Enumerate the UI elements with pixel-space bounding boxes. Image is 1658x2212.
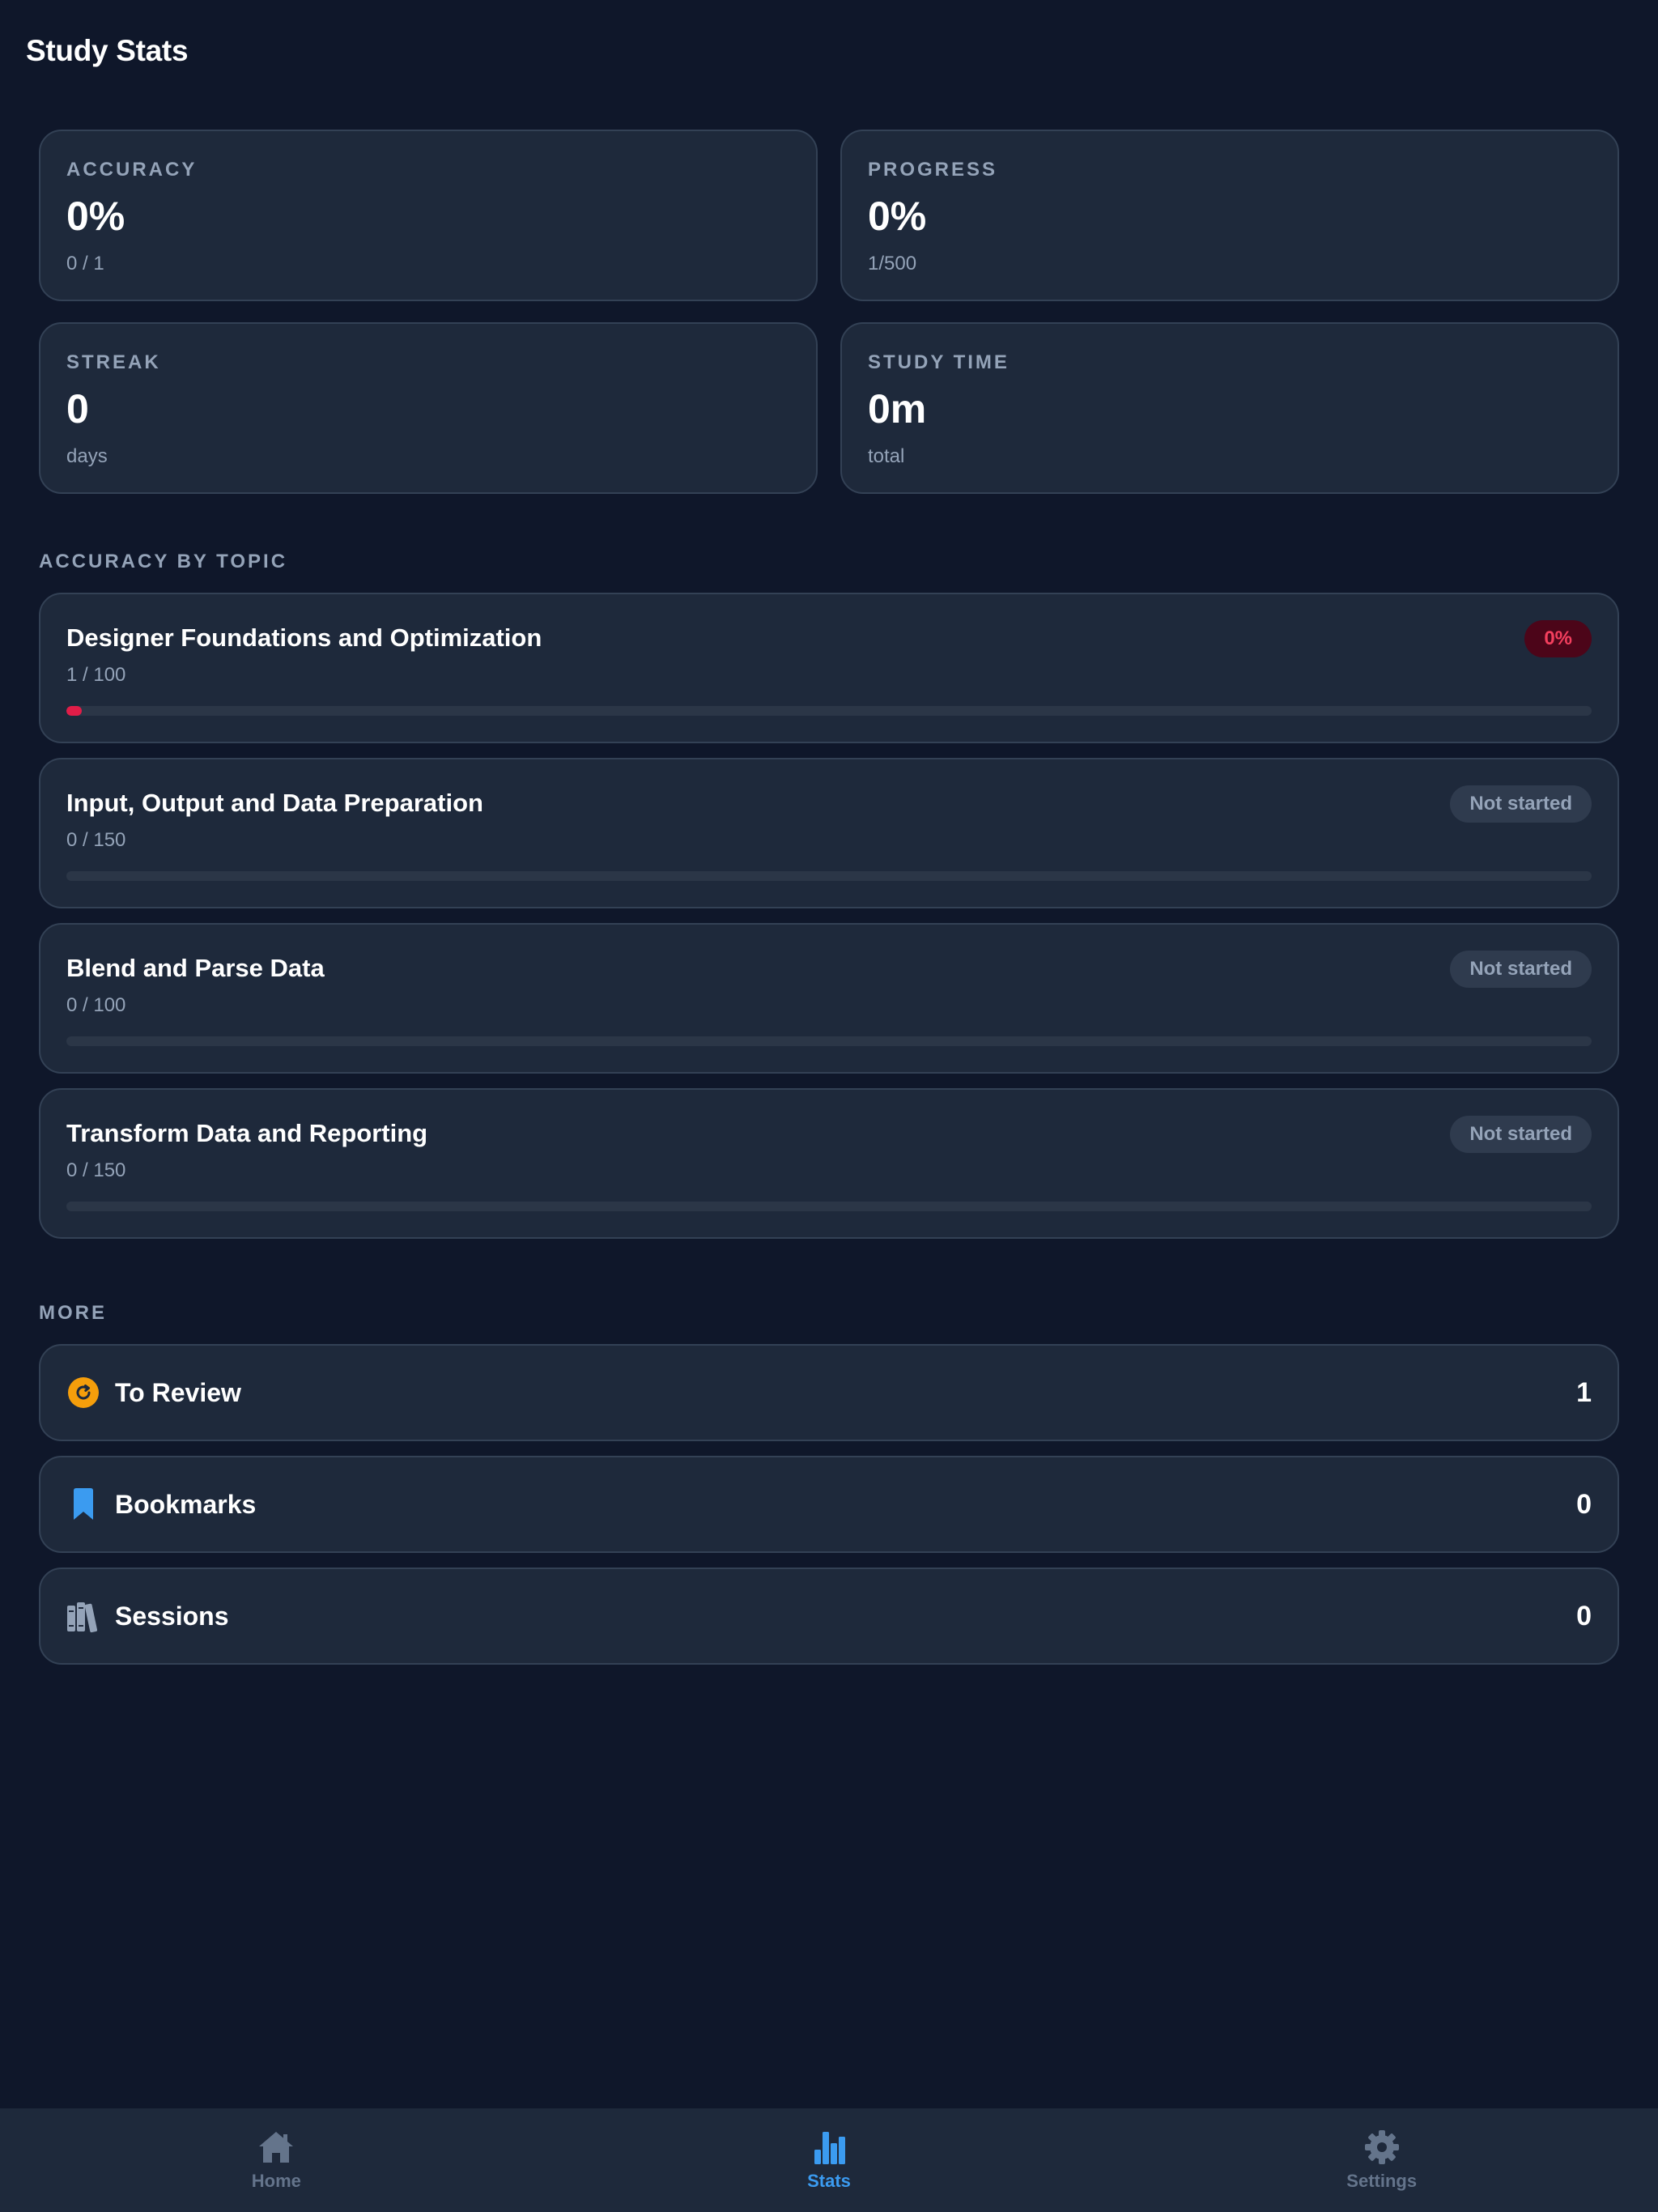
stat-label: STUDY TIME	[868, 351, 1010, 373]
refresh-icon	[66, 1376, 100, 1410]
topic-progress-bar	[66, 1202, 1592, 1211]
stat-sub: 0 / 1	[66, 253, 104, 274]
page-title: Study Stats	[26, 34, 189, 67]
nav-item-stats[interactable]: Stats	[553, 2108, 1106, 2212]
more-item-count: 0	[1576, 1600, 1592, 1631]
nav-label: Home	[251, 2171, 301, 2191]
topic-list: Designer Foundations and Optimization 1 …	[39, 593, 1619, 1239]
topic-progress-bar	[66, 706, 1592, 716]
topic-card[interactable]: Input, Output and Data Preparation 0 / 1…	[39, 758, 1619, 908]
topic-card[interactable]: Designer Foundations and Optimization 1 …	[39, 593, 1619, 743]
study-stats-screen: Study Stats ACCURACY 0% 0 / 1 PROGRESS 0…	[0, 0, 1658, 2212]
books-icon	[66, 1599, 100, 1633]
nav-label: Settings	[1346, 2171, 1418, 2191]
stat-card-study-time: STUDY TIME 0m total	[840, 322, 1619, 494]
bookmark-icon	[66, 1487, 100, 1521]
stat-label: PROGRESS	[868, 159, 998, 181]
topic-count: 1 / 100	[66, 664, 126, 686]
topic-status-badge: Not started	[1450, 1116, 1592, 1153]
stat-value: 0m	[868, 386, 927, 432]
topic-name: Designer Foundations and Optimization	[66, 623, 542, 652]
sessions-button[interactable]: Sessions 0	[39, 1568, 1619, 1665]
gear-icon	[1364, 2130, 1399, 2164]
topic-card[interactable]: Transform Data and Reporting 0 / 150 Not…	[39, 1088, 1619, 1239]
topic-count: 0 / 150	[66, 829, 126, 851]
topic-name: Blend and Parse Data	[66, 954, 325, 982]
topic-progress-bar	[66, 871, 1592, 881]
topic-count: 0 / 150	[66, 1159, 126, 1181]
stat-card-accuracy: ACCURACY 0% 0 / 1	[39, 130, 818, 301]
stat-value: 0%	[66, 194, 125, 239]
topic-status-badge: Not started	[1450, 785, 1592, 823]
more-item-count: 0	[1576, 1488, 1592, 1520]
stat-sub: days	[66, 445, 108, 467]
topic-name: Transform Data and Reporting	[66, 1119, 428, 1147]
topic-card[interactable]: Blend and Parse Data 0 / 100 Not started	[39, 923, 1619, 1074]
stat-label: ACCURACY	[66, 159, 198, 181]
stat-sub: 1/500	[868, 253, 917, 274]
stat-value: 0	[66, 386, 89, 432]
nav-label: Stats	[807, 2171, 851, 2191]
topic-count: 0 / 100	[66, 994, 126, 1016]
stat-sub: total	[868, 445, 905, 467]
section-title-accuracy-by-topic: ACCURACY BY TOPIC	[39, 551, 288, 572]
stat-card-progress: PROGRESS 0% 1/500	[840, 130, 1619, 301]
topic-progress-fill	[66, 706, 82, 716]
stat-value: 0%	[868, 194, 927, 239]
stats-grid: ACCURACY 0% 0 / 1 PROGRESS 0% 1/500 STRE…	[39, 130, 1619, 494]
topic-status-badge: Not started	[1450, 951, 1592, 988]
more-item-label: To Review	[115, 1377, 241, 1407]
more-item-label: Bookmarks	[115, 1489, 257, 1519]
more-item-count: 1	[1576, 1376, 1592, 1408]
home-icon	[259, 2132, 294, 2163]
bookmarks-button[interactable]: Bookmarks 0	[39, 1456, 1619, 1553]
section-title-more: MORE	[39, 1302, 107, 1324]
nav-item-home[interactable]: Home	[0, 2108, 553, 2212]
bottom-nav: Home Stats Settings	[0, 2108, 1658, 2212]
topic-accuracy-badge: 0%	[1524, 620, 1592, 657]
bar-chart-icon	[814, 2132, 845, 2164]
nav-item-settings[interactable]: Settings	[1105, 2108, 1658, 2212]
stat-label: STREAK	[66, 351, 161, 373]
to-review-button[interactable]: To Review 1	[39, 1344, 1619, 1441]
more-item-label: Sessions	[115, 1601, 229, 1631]
stat-card-streak: STREAK 0 days	[39, 322, 818, 494]
topic-name: Input, Output and Data Preparation	[66, 789, 483, 817]
topic-progress-bar	[66, 1036, 1592, 1046]
more-list: To Review 1 Bookmarks 0 Sessions 0	[39, 1344, 1619, 1665]
